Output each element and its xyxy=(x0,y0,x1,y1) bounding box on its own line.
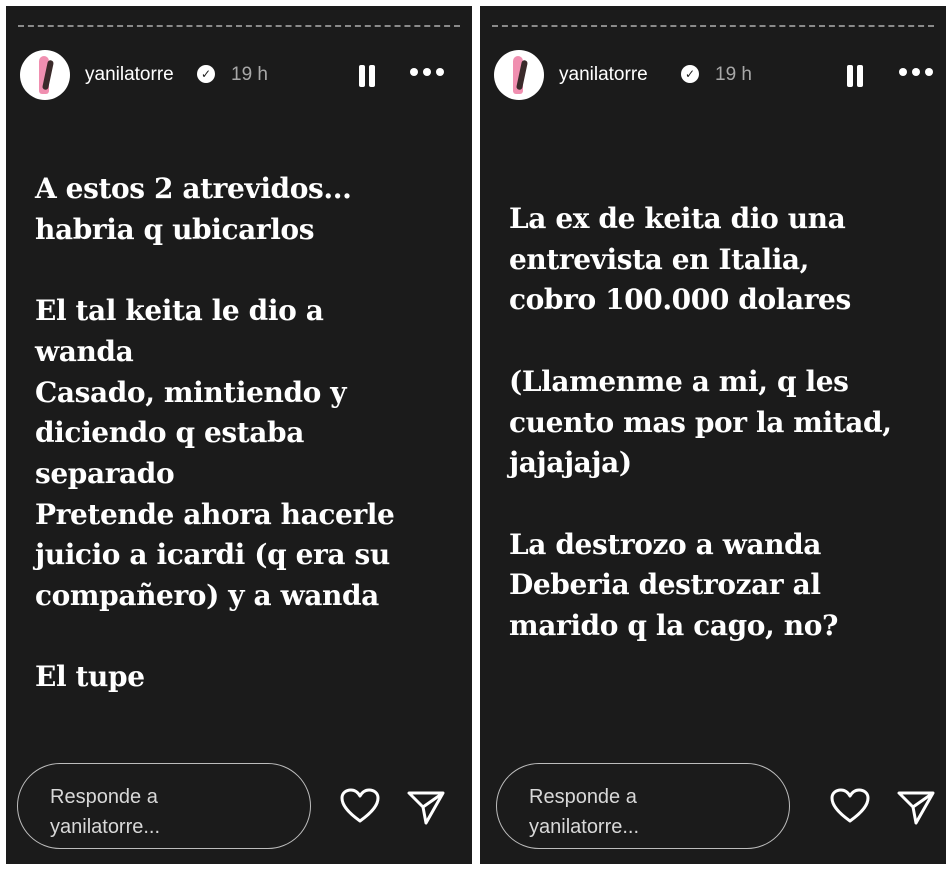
username-link[interactable]: yanilatorre xyxy=(85,64,174,86)
more-options-icon[interactable] xyxy=(899,68,933,78)
story-progress-bar xyxy=(492,25,934,27)
verified-badge-icon: ✓ xyxy=(197,65,215,83)
story-panel-right: yanilatorre ✓ 19 h La ex de keita dio un… xyxy=(480,6,946,864)
reply-placeholder: Responde a yanilatorre... xyxy=(529,786,640,838)
reply-input[interactable]: Responde a yanilatorre... xyxy=(17,763,311,849)
verified-badge-icon: ✓ xyxy=(681,65,699,83)
more-options-icon[interactable] xyxy=(410,68,444,78)
send-icon[interactable] xyxy=(406,787,446,827)
heart-icon[interactable] xyxy=(340,787,380,827)
send-icon[interactable] xyxy=(896,787,936,827)
reply-input[interactable]: Responde a yanilatorre... xyxy=(496,763,790,849)
heart-icon[interactable] xyxy=(830,787,870,827)
story-panel-left: yanilatorre ✓ 19 h A estos 2 atrevidos..… xyxy=(6,6,472,864)
story-text: La ex de keita dio una entrevista en Ita… xyxy=(509,202,892,643)
story-timestamp: 19 h xyxy=(715,64,752,85)
story-text: A estos 2 atrevidos... habria q ubicarlo… xyxy=(35,172,395,694)
story-timestamp: 19 h xyxy=(231,64,268,85)
pause-icon[interactable] xyxy=(357,65,377,87)
reply-placeholder: Responde a yanilatorre... xyxy=(50,786,161,838)
story-progress-bar xyxy=(18,25,460,27)
avatar[interactable] xyxy=(20,50,70,100)
pause-icon[interactable] xyxy=(845,65,865,87)
username-link[interactable]: yanilatorre xyxy=(559,64,648,86)
avatar[interactable] xyxy=(494,50,544,100)
